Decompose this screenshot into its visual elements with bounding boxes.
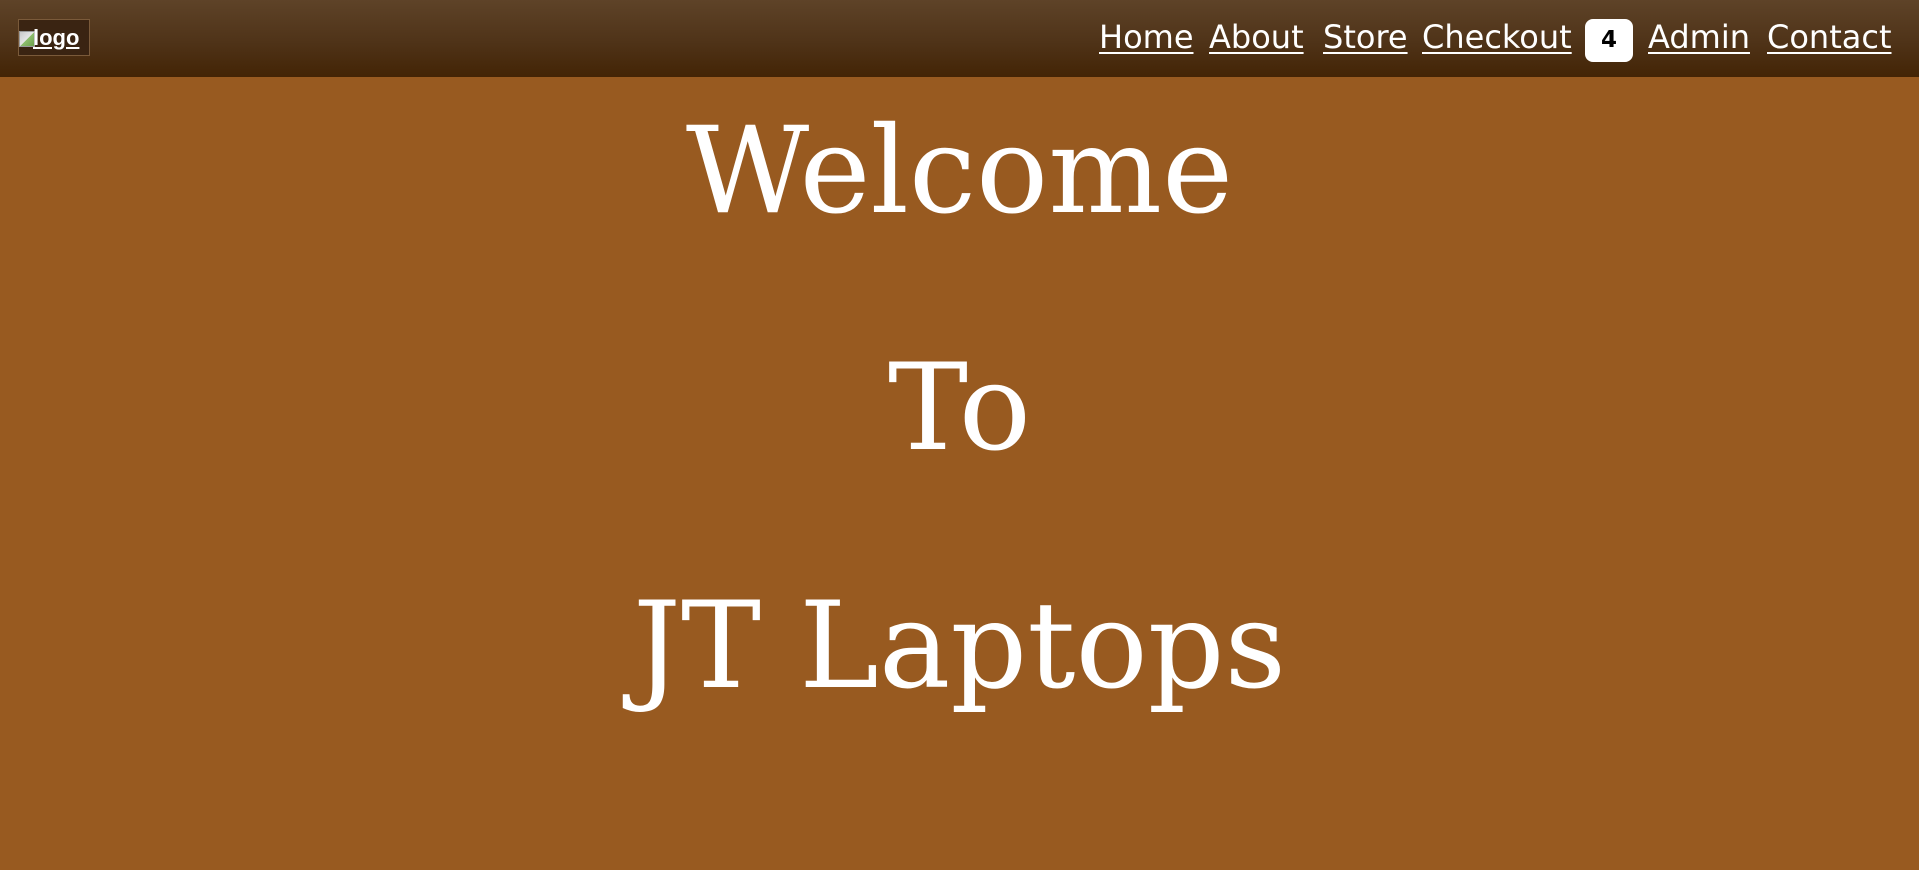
nav-contact-link[interactable]: Contact (1767, 12, 1892, 62)
nav-home-link[interactable]: Home (1099, 12, 1194, 62)
hero-to-heading: To (888, 339, 1031, 478)
nav-about-link[interactable]: About (1209, 12, 1304, 62)
nav-admin-link[interactable]: Admin (1648, 12, 1750, 62)
top-navbar: logo Home About Store Checkout 4 Admin C… (0, 0, 1919, 77)
cart-count-badge: 4 (1585, 19, 1633, 62)
nav-checkout-link[interactable]: Checkout (1422, 12, 1572, 62)
hero-brand-heading: JT Laptops (632, 577, 1287, 716)
logo-alt-text: logo (33, 25, 80, 50)
nav-store-link[interactable]: Store (1323, 12, 1408, 62)
logo-link[interactable]: logo (18, 19, 90, 56)
hero-welcome-heading: Welcome (685, 102, 1234, 241)
